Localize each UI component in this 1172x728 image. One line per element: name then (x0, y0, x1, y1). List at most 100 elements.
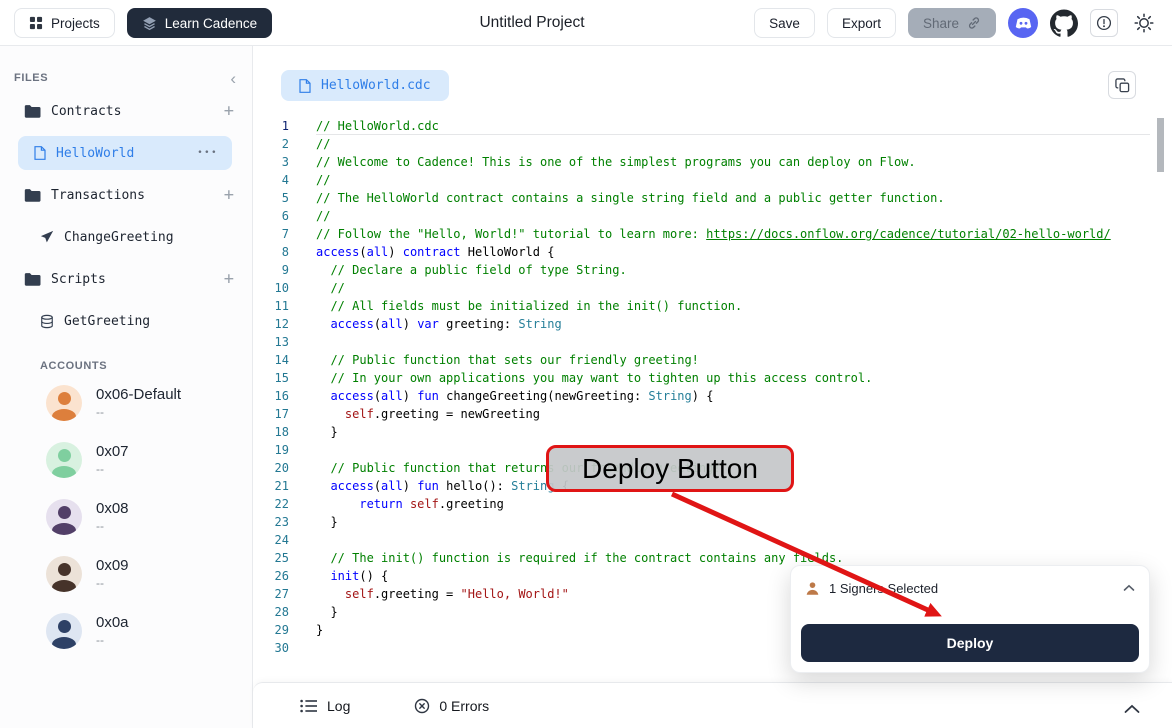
file-menu-icon[interactable]: ••• (197, 148, 218, 158)
code-line[interactable]: // Follow the "Hello, World!" tutorial t… (316, 225, 1162, 243)
accounts-list: 0x06-Default--0x07--0x08--0x09--0x0a-- (0, 374, 252, 659)
account-row[interactable]: 0x0a-- (0, 602, 252, 659)
signers-selector[interactable]: 1 Signers Selected (791, 566, 1149, 610)
file-icon (299, 79, 311, 93)
code-line[interactable]: // In your own applications you may want… (316, 369, 1162, 387)
projects-button[interactable]: Projects (14, 8, 115, 38)
code-line[interactable]: // HelloWorld.cdc (316, 117, 1162, 135)
code-line[interactable]: // (316, 279, 1162, 297)
file-item-changegreeting[interactable]: ChangeGreeting (0, 216, 252, 258)
code-line[interactable]: access(all) var greeting: String (316, 315, 1162, 333)
code-line[interactable]: access(all) fun changeGreeting(newGreeti… (316, 387, 1162, 405)
line-number: 25 (253, 549, 289, 567)
account-address: 0x07 (96, 443, 129, 460)
code-line[interactable]: // Declare a public field of type String… (316, 261, 1162, 279)
code-line[interactable]: access(all) fun hello(): String { (316, 477, 1162, 495)
account-deployed-status: -- (96, 633, 129, 647)
errors-tab[interactable]: 0 Errors (414, 698, 489, 714)
code-line[interactable]: // Public function that sets our friendl… (316, 351, 1162, 369)
link-icon (967, 16, 981, 30)
add-contract-button[interactable]: + (224, 103, 234, 120)
list-icon (300, 699, 318, 713)
account-row[interactable]: 0x09-- (0, 545, 252, 602)
file-item-getgreeting[interactable]: GetGreeting (0, 300, 252, 342)
file-item-helloworld[interactable]: HelloWorld ••• (18, 136, 232, 170)
code-line[interactable]: // (316, 171, 1162, 189)
save-label: Save (769, 16, 800, 31)
save-button[interactable]: Save (754, 8, 815, 38)
folder-label: Scripts (51, 272, 106, 287)
tab-label: HelloWorld.cdc (321, 78, 431, 93)
code-link[interactable]: https://docs.onflow.org/cadence/tutorial… (706, 227, 1111, 241)
line-number: 11 (253, 297, 289, 315)
theme-toggle-button[interactable] (1130, 9, 1158, 37)
line-number: 15 (253, 369, 289, 387)
file-label: HelloWorld (56, 146, 134, 161)
code-line[interactable]: access(all) contract HelloWorld { (316, 243, 1162, 261)
code-line[interactable]: // Public function that returns our frie… (316, 459, 1162, 477)
code-line[interactable] (316, 441, 1162, 459)
line-number: 1 (253, 117, 289, 135)
code-line[interactable]: } (316, 513, 1162, 531)
copy-code-button[interactable] (1108, 71, 1136, 99)
folder-contracts[interactable]: Contracts + (0, 90, 252, 132)
chevron-up-icon[interactable] (1123, 584, 1135, 592)
code-line[interactable]: // (316, 207, 1162, 225)
log-tab[interactable]: Log (300, 698, 350, 714)
file-label: ChangeGreeting (64, 230, 174, 245)
account-address: 0x06-Default (96, 386, 181, 403)
code-line[interactable]: // The HelloWorld contract contains a si… (316, 189, 1162, 207)
line-number: 21 (253, 477, 289, 495)
line-number: 2 (253, 135, 289, 153)
code-line[interactable]: // All fields must be initialized in the… (316, 297, 1162, 315)
errors-label: 0 Errors (439, 698, 489, 714)
add-transaction-button[interactable]: + (224, 187, 234, 204)
editor-scrollbar[interactable] (1157, 118, 1164, 172)
share-button[interactable]: Share (908, 8, 996, 38)
sun-icon (1134, 13, 1154, 33)
account-row[interactable]: 0x08-- (0, 488, 252, 545)
line-number: 8 (253, 243, 289, 261)
sidebar: FILES ‹ Contracts + HelloWorld ••• Tra (0, 46, 253, 728)
code-line[interactable] (316, 333, 1162, 351)
expand-log-button[interactable] (1124, 701, 1140, 719)
folder-label: Contracts (51, 104, 121, 119)
code-line[interactable]: self.greeting = newGreeting (316, 405, 1162, 423)
tab-helloworld-cdc[interactable]: HelloWorld.cdc (281, 70, 449, 101)
header: Projects Learn Cadence Untitled Project … (0, 0, 1172, 46)
code-line[interactable]: } (316, 423, 1162, 441)
code-line[interactable]: // Welcome to Cadence! This is one of th… (316, 153, 1162, 171)
log-bar: Log 0 Errors (253, 682, 1172, 728)
line-number: 10 (253, 279, 289, 297)
info-button[interactable] (1090, 9, 1118, 37)
line-number: 12 (253, 315, 289, 333)
learn-cadence-button[interactable]: Learn Cadence (127, 8, 272, 38)
code-line[interactable] (316, 531, 1162, 549)
line-number: 22 (253, 495, 289, 513)
github-icon[interactable] (1050, 9, 1078, 37)
code-line[interactable]: // (316, 135, 1162, 153)
file-label: GetGreeting (64, 314, 150, 329)
deploy-button[interactable]: Deploy (801, 624, 1139, 662)
account-avatar-icon (46, 556, 82, 592)
line-number: 3 (253, 153, 289, 171)
collapse-sidebar-icon[interactable]: ‹ (230, 70, 236, 87)
account-avatar-icon (46, 613, 82, 649)
line-number: 6 (253, 207, 289, 225)
folder-scripts[interactable]: Scripts + (0, 258, 252, 300)
export-label: Export (842, 16, 881, 31)
line-numbers: 1234567891011121314151617181920212223242… (253, 117, 289, 657)
folder-transactions[interactable]: Transactions + (0, 174, 252, 216)
files-label: FILES (14, 72, 48, 84)
export-button[interactable]: Export (827, 8, 896, 38)
info-icon (1096, 15, 1112, 31)
line-number: 19 (253, 441, 289, 459)
account-row[interactable]: 0x07-- (0, 431, 252, 488)
line-number: 29 (253, 621, 289, 639)
grid-icon (29, 16, 43, 30)
add-script-button[interactable]: + (224, 271, 234, 288)
code-line[interactable]: return self.greeting (316, 495, 1162, 513)
account-row[interactable]: 0x06-Default-- (0, 374, 252, 431)
line-number: 26 (253, 567, 289, 585)
discord-icon[interactable] (1008, 8, 1038, 38)
